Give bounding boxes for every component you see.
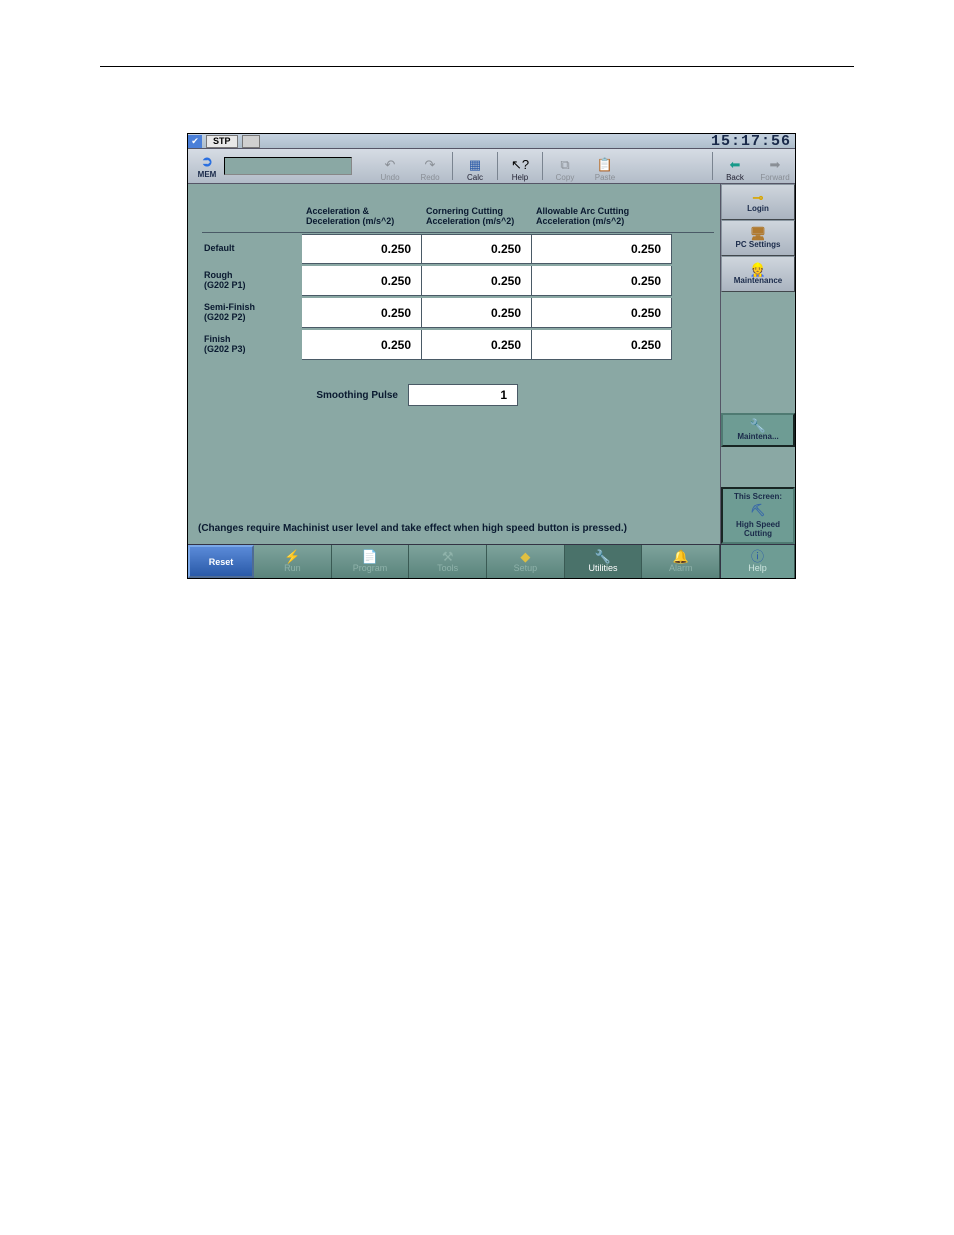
window-check-icon[interactable]: ✔ <box>188 135 202 148</box>
undo-button[interactable]: ↶ Undo <box>370 150 410 182</box>
mem-icon: ➲ <box>201 153 213 170</box>
wrench-up-icon: 🔧 <box>750 419 766 432</box>
back-button[interactable]: ⬅ Back <box>715 150 755 182</box>
back-arrow-icon: ⬅ <box>726 157 744 173</box>
row-label: Default <box>202 244 302 254</box>
param-cell-arc[interactable]: 0.250 <box>532 330 672 360</box>
tools-icon: ⚒ <box>442 550 454 563</box>
paste-icon: 📋 <box>596 157 614 173</box>
calc-icon: ▦ <box>466 157 484 173</box>
param-cell-corner[interactable]: 0.250 <box>422 298 532 328</box>
info-icon: ⓘ <box>751 550 764 563</box>
nav-run[interactable]: ⚡ Run <box>254 545 332 578</box>
pc-settings-button[interactable]: 🖥 PC Settings <box>721 220 795 256</box>
nav-program[interactable]: 📄 Program <box>332 545 410 578</box>
param-cell-arc[interactable]: 0.250 <box>532 298 672 328</box>
page-divider <box>100 66 854 67</box>
redo-icon: ↷ <box>421 157 439 173</box>
key-icon: ⊸ <box>753 191 764 204</box>
help-arrow-icon: ↖? <box>511 157 529 173</box>
calc-button[interactable]: ▦ Calc <box>455 150 495 182</box>
row-label: Semi-Finish(G202 P2) <box>202 303 302 323</box>
run-icon: ⚡ <box>284 550 300 563</box>
paste-button[interactable]: 📋 Paste <box>585 150 625 182</box>
bottom-nav: Reset ⚡ Run 📄 Program ⚒ Tools ◆ Setup 🔧 … <box>188 544 795 578</box>
side-panel: ⊸ Login 🖥 PC Settings 👷 Maintenance 🔧 Ma… <box>720 184 795 544</box>
maintena-mini-button[interactable]: 🔧 Maintena... <box>721 413 795 447</box>
redo-button[interactable]: ↷ Redo <box>410 150 450 182</box>
mem-group: ➲ MEM <box>188 150 352 182</box>
separator <box>452 152 453 180</box>
clock-display: 15:17:56 <box>711 133 791 150</box>
separator <box>712 152 713 180</box>
column-headers: Acceleration & Deceleration (m/s^2) Corn… <box>202 204 714 232</box>
mem-label-text: MEM <box>198 170 217 179</box>
forward-arrow-icon: ➡ <box>766 157 784 173</box>
row-label: Finish(G202 P3) <box>202 335 302 355</box>
col-header-arc: Allowable Arc Cutting Acceleration (m/s^… <box>532 204 672 232</box>
nav-tools[interactable]: ⚒ Tools <box>409 545 487 578</box>
forward-button[interactable]: ➡ Forward <box>755 150 795 182</box>
param-cell-accel[interactable]: 0.250 <box>302 298 422 328</box>
param-cell-corner[interactable]: 0.250 <box>422 234 532 264</box>
param-row: Semi-Finish(G202 P2)0.2500.2500.250 <box>202 297 714 329</box>
param-cell-corner[interactable]: 0.250 <box>422 266 532 296</box>
utilities-icon: 🔧 <box>595 550 611 563</box>
param-row: Rough(G202 P1)0.2500.2500.250 <box>202 265 714 297</box>
help-button[interactable]: ↖? Help <box>500 150 540 182</box>
nav-help[interactable]: ⓘ Help <box>720 545 795 578</box>
app-window: ✔ STP 15:17:56 ➲ MEM ↶ Undo ↷ Redo ▦ Cal… <box>187 133 796 579</box>
param-row: Finish(G202 P3)0.2500.2500.250 <box>202 329 714 361</box>
rows-container: Default0.2500.2500.250Rough(G202 P1)0.25… <box>202 232 714 361</box>
param-cell-arc[interactable]: 0.250 <box>532 234 672 264</box>
param-cell-accel[interactable]: 0.250 <box>302 266 422 296</box>
nav-setup[interactable]: ◆ Setup <box>487 545 565 578</box>
hs-cutting-icon: ⛏ <box>725 503 791 517</box>
alarm-icon: 🔔 <box>673 550 689 563</box>
nav-alarm[interactable]: 🔔 Alarm <box>642 545 720 578</box>
work-panel: Acceleration & Deceleration (m/s^2) Corn… <box>188 184 720 544</box>
copy-icon: ⧉ <box>556 157 574 173</box>
separator <box>497 152 498 180</box>
col-header-accel: Acceleration & Deceleration (m/s^2) <box>302 204 422 232</box>
nav-utilities[interactable]: 🔧 Utilities <box>565 545 643 578</box>
col-header-corner: Cornering Cutting Acceleration (m/s^2) <box>422 204 532 232</box>
separator <box>542 152 543 180</box>
param-row: Default0.2500.2500.250 <box>202 233 714 265</box>
param-cell-arc[interactable]: 0.250 <box>532 266 672 296</box>
undo-icon: ↶ <box>381 157 399 173</box>
footer-note: (Changes require Machinist user level an… <box>198 523 710 534</box>
title-bar: ✔ STP 15:17:56 <box>188 134 795 149</box>
parameter-grid: Acceleration & Deceleration (m/s^2) Corn… <box>202 204 714 361</box>
pc-settings-icon: 🖥 <box>750 227 767 240</box>
smoothing-input[interactable]: 1 <box>408 384 518 406</box>
maintenance-button[interactable]: 👷 Maintenance <box>721 256 795 292</box>
reset-button[interactable]: Reset <box>188 545 254 578</box>
program-icon: 📄 <box>362 550 378 563</box>
param-cell-accel[interactable]: 0.250 <box>302 234 422 264</box>
empty-tab <box>242 135 260 148</box>
maintenance-icon: 👷 <box>750 263 766 276</box>
login-button[interactable]: ⊸ Login <box>721 184 795 220</box>
mem-input[interactable] <box>224 157 352 175</box>
this-screen-indicator: This Screen: ⛏ High Speed Cutting <box>721 487 795 544</box>
toolbar: ➲ MEM ↶ Undo ↷ Redo ▦ Calc ↖? Help ⧉ Cop… <box>188 149 795 184</box>
copy-button[interactable]: ⧉ Copy <box>545 150 585 182</box>
param-cell-corner[interactable]: 0.250 <box>422 330 532 360</box>
main-area: Acceleration & Deceleration (m/s^2) Corn… <box>188 184 795 544</box>
smoothing-row: Smoothing Pulse 1 <box>288 384 518 406</box>
status-tab[interactable]: STP <box>206 135 238 148</box>
setup-icon: ◆ <box>520 550 530 563</box>
param-cell-accel[interactable]: 0.250 <box>302 330 422 360</box>
row-label: Rough(G202 P1) <box>202 271 302 291</box>
smoothing-label: Smoothing Pulse <box>288 390 398 401</box>
mem-button[interactable]: ➲ MEM <box>192 153 222 179</box>
